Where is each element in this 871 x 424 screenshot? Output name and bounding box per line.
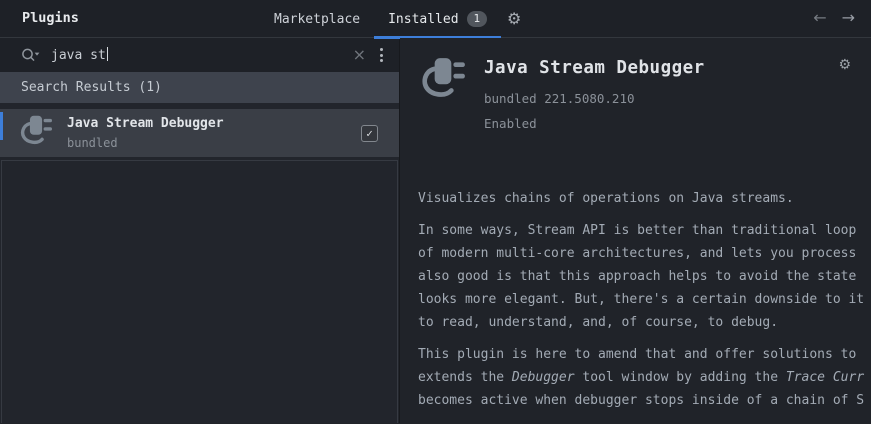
plugin-enabled-checkbox[interactable]: ✓ [361, 124, 378, 142]
description-line: In some ways, Stream API is better than … [418, 223, 865, 238]
back-arrow-icon[interactable]: ← [813, 8, 826, 27]
search-bar[interactable]: java st × [0, 38, 399, 72]
tab-bar: Marketplace Installed 1 [260, 0, 502, 39]
plugin-list-item[interactable]: Java Stream Debugger bundled ✓ [0, 109, 399, 157]
page-title: Plugins [22, 10, 79, 26]
list-empty-area [1, 160, 398, 423]
description-line: also good is that this approach helps to… [418, 269, 865, 284]
plugin-detail-panel: Java Stream Debugger bundled 221.5080.21… [400, 38, 871, 423]
checkmark-icon: ✓ [366, 126, 373, 140]
history-navigation: ← → [813, 8, 855, 27]
plugin-detail-icon [418, 52, 468, 131]
text-caret [106, 47, 109, 61]
plugin-status: Enabled [484, 116, 537, 131]
description-line: This plugin is here to amend that and of… [418, 347, 865, 362]
search-icon [20, 47, 41, 64]
plugin-description: Visualizes chains of operations on Java … [418, 187, 871, 412]
plugin-detail-title: Java Stream Debugger [484, 58, 705, 78]
tab-installed[interactable]: Installed 1 [374, 0, 502, 39]
plugin-options-gear-icon[interactable]: ⚙ [838, 57, 851, 73]
plugin-version: bundled 221.5080.210 [484, 91, 635, 106]
installed-count-badge: 1 [466, 11, 488, 27]
plugin-bundled-label: bundled [67, 136, 118, 150]
search-results-header: Search Results (1) [0, 72, 399, 103]
settings-gear-icon[interactable]: ⚙ [507, 9, 521, 28]
description-line: Visualizes chains of operations on Java … [418, 191, 794, 206]
plugin-list-panel: java st × Search Results (1) Java Stream… [0, 38, 400, 423]
search-input-value: java st [51, 48, 106, 63]
description-line: to read, understand, and, of course, to … [418, 315, 779, 330]
description-line: looks more elegant. But, there's a certa… [418, 292, 865, 307]
plugin-name: Java Stream Debugger [67, 116, 224, 131]
search-options-kebab-icon[interactable] [380, 48, 383, 62]
clear-search-icon[interactable]: × [353, 47, 366, 63]
tab-marketplace-label: Marketplace [274, 11, 361, 27]
description-line: extends the Debugger tool window by addi… [418, 370, 865, 385]
description-line: becomes active when debugger stops insid… [418, 393, 865, 408]
forward-arrow-icon[interactable]: → [842, 8, 855, 27]
content-area: java st × Search Results (1) Java Stream… [0, 38, 871, 423]
plugin-icon [17, 112, 55, 154]
selection-stripe [0, 112, 3, 140]
detail-header: Java Stream Debugger bundled 221.5080.21… [418, 52, 871, 131]
tab-installed-label: Installed [388, 11, 459, 27]
topbar: Plugins Marketplace Installed 1 ⚙ ← → [0, 0, 871, 39]
description-line: of modern multi-core architectures, and … [418, 246, 865, 261]
tab-marketplace[interactable]: Marketplace [260, 0, 374, 38]
search-input[interactable]: java st [51, 47, 109, 63]
plugins-settings-window: Plugins Marketplace Installed 1 ⚙ ← → ja… [0, 0, 871, 424]
